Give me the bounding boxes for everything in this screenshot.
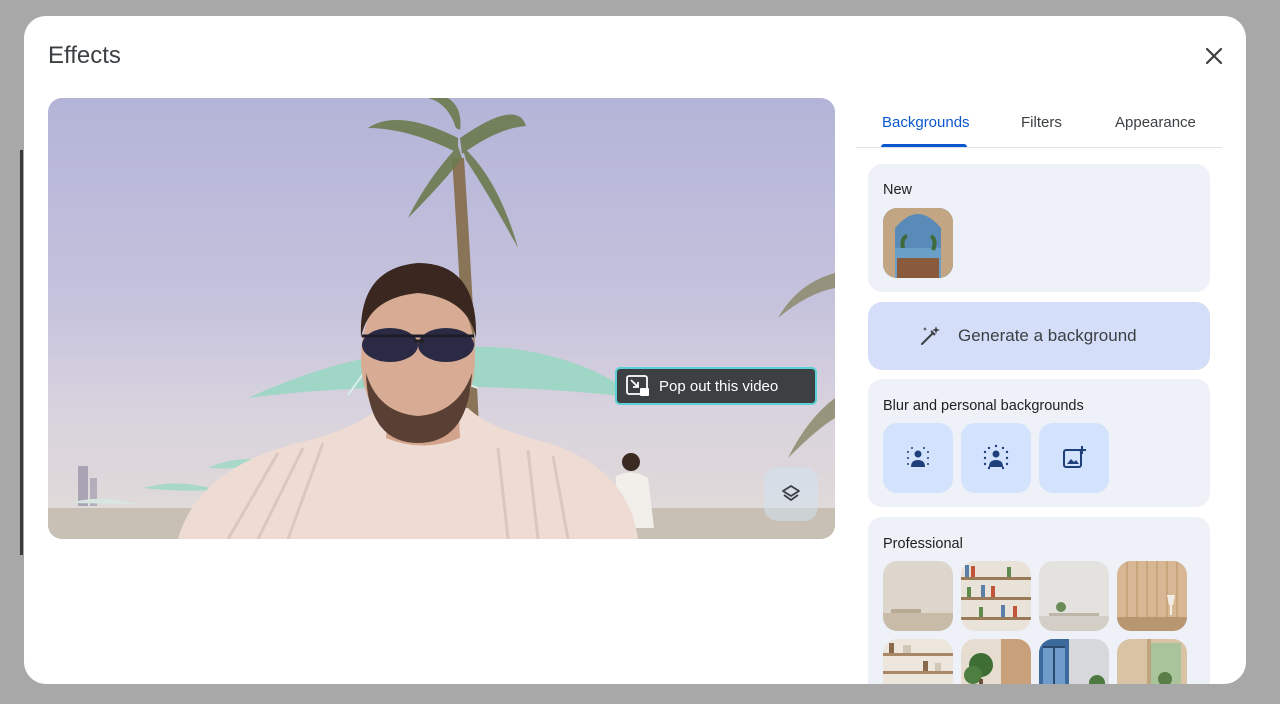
blur-section: Blur and personal backgrounds	[868, 379, 1210, 507]
new-section-title: New	[883, 182, 913, 198]
background-thumbnail-new[interactable]	[883, 208, 953, 278]
background-thumbnail-professional[interactable]	[1117, 561, 1187, 631]
professional-section: Professional	[868, 517, 1210, 684]
dialog-title: Effects	[48, 42, 121, 69]
generate-background-label: Generate a background	[958, 326, 1137, 345]
blur-button[interactable]	[961, 423, 1031, 493]
effects-tabs: Backgrounds Filters Appearance	[856, 98, 1222, 148]
camera-feed-image	[48, 98, 835, 539]
tab-filters[interactable]: Filters	[1021, 114, 1062, 131]
tab-appearance[interactable]: Appearance	[1115, 114, 1196, 131]
close-icon	[1205, 47, 1223, 65]
add-image-icon	[1063, 446, 1086, 468]
video-preview: Pop out this video	[48, 98, 835, 539]
close-button[interactable]	[1200, 42, 1228, 70]
background-thumbnail-professional[interactable]	[1039, 561, 1109, 631]
magic-wand-icon	[921, 326, 940, 345]
background-thumbnail-professional[interactable]	[961, 561, 1031, 631]
layers-icon	[782, 485, 800, 501]
new-section: New	[868, 164, 1210, 292]
blur-icon	[983, 444, 1009, 470]
upload-background-button[interactable]	[1039, 423, 1109, 493]
tab-backgrounds[interactable]: Backgrounds	[882, 114, 970, 131]
generate-background-button[interactable]: Generate a background	[868, 302, 1210, 370]
background-thumbnail-professional[interactable]	[883, 561, 953, 631]
popout-tooltip-text: Pop out this video	[659, 377, 779, 395]
popout-video-tooltip[interactable]: Pop out this video	[615, 367, 817, 405]
active-tab-indicator	[881, 144, 967, 147]
background-thumbnail-professional[interactable]	[883, 639, 953, 684]
background-thumbnail-professional[interactable]	[1117, 639, 1187, 684]
picture-in-picture-icon	[625, 374, 651, 398]
professional-section-title: Professional	[883, 536, 963, 552]
background-thumbnail-professional[interactable]	[1039, 639, 1109, 684]
backdrop-edge	[20, 150, 23, 555]
effects-dialog: Effects Pop out this video Backgrounds F…	[24, 16, 1246, 684]
slight-blur-button[interactable]	[883, 423, 953, 493]
background-thumbnail-professional[interactable]	[961, 639, 1031, 684]
blur-section-title: Blur and personal backgrounds	[883, 398, 1084, 414]
slight-blur-icon	[907, 447, 929, 467]
layers-button[interactable]	[764, 467, 818, 521]
